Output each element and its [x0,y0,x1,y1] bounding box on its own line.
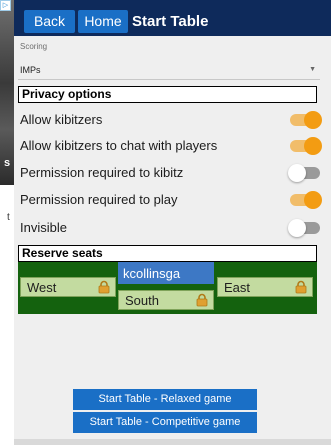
option-label: Permission required to play [20,192,178,207]
scoring-select[interactable]: IMPs ▼ [18,60,320,80]
ad-choices-icon[interactable]: ▷ [0,0,11,11]
seat-label: East [224,280,251,295]
allow-kibitzer-chat-toggle[interactable] [290,137,322,155]
toggle-knob [304,111,322,129]
lock-icon[interactable] [294,280,308,294]
invisible-toggle[interactable] [288,219,320,237]
option-invisible: Invisible [20,216,320,240]
lock-icon[interactable] [195,293,209,307]
option-permission-kibitz: Permission required to kibitz [20,161,320,185]
table-seats-area: kcollinsga West South East [18,262,317,314]
option-allow-kibitzers: Allow kibitzers [20,108,322,132]
background-page: ▷ s t [0,0,14,445]
option-label: Allow kibitzers [20,112,103,127]
privacy-options-header: Privacy options [18,86,317,103]
start-competitive-game-button[interactable]: Start Table - Competitive game [73,412,257,433]
permission-play-toggle[interactable] [290,191,322,209]
north-player-name: kcollinsga [123,266,181,281]
option-label: Permission required to kibitz [20,165,184,180]
scoring-value: IMPs [20,65,41,75]
option-label: Invisible [20,220,67,235]
option-label: Allow kibitzers to chat with players [20,138,218,153]
seat-east[interactable]: East [217,277,313,297]
toggle-knob [288,219,306,237]
bottom-divider [14,439,331,445]
lock-icon[interactable] [97,280,111,294]
chevron-down-icon: ▼ [309,66,316,73]
back-button[interactable]: Back [24,10,75,33]
option-permission-play: Permission required to play [20,188,322,212]
start-relaxed-game-button[interactable]: Start Table - Relaxed game [73,389,257,410]
seat-label: West [27,280,57,295]
background-text-fragment: t [7,212,10,223]
scoring-label: Scoring [20,42,48,51]
option-allow-kibitzer-chat: Allow kibitzers to chat with players [20,134,322,158]
home-button[interactable]: Home [78,10,128,33]
toggle-knob [288,164,306,182]
seat-north[interactable]: kcollinsga [118,262,214,284]
toggle-knob [304,191,322,209]
seat-west[interactable]: West [20,277,116,297]
reserve-seats-header: Reserve seats [18,245,317,262]
start-table-panel: Back Home Start Table Scoring IMPs ▼ Pri… [14,0,331,445]
background-text-fragment: s [4,157,11,169]
permission-kibitz-toggle[interactable] [288,164,320,182]
toggle-knob [304,137,322,155]
seat-south[interactable]: South [118,290,214,310]
top-bar: Back Home Start Table [14,0,331,36]
allow-kibitzers-toggle[interactable] [290,111,322,129]
page-title: Start Table [132,13,209,30]
page: ▷ s t Back Home Start Table Scoring IMPs… [0,0,331,445]
seat-label: South [125,293,159,308]
